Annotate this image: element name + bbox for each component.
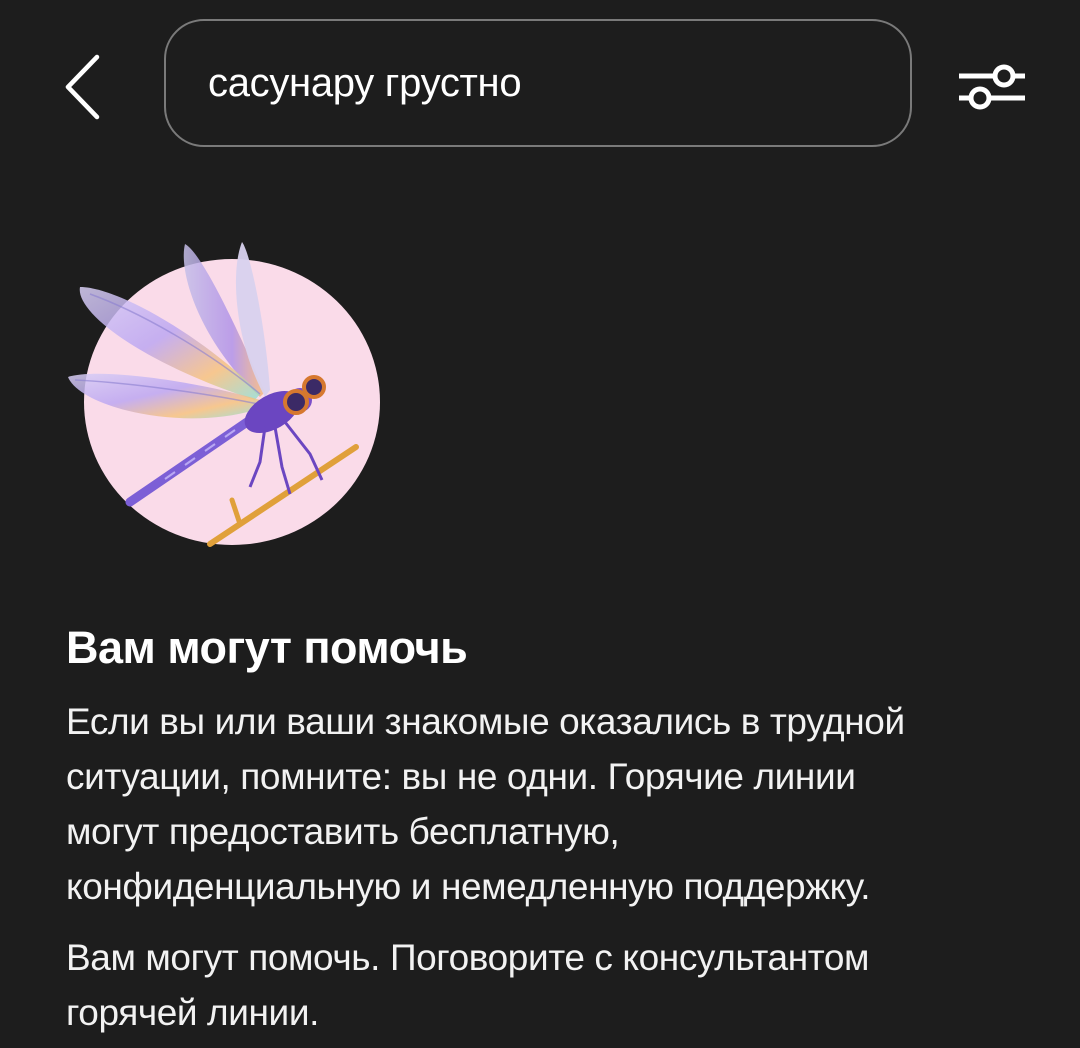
help-description-line: ситуации, помните: вы не одни. Горячие л… <box>66 756 856 797</box>
filter-button[interactable] <box>952 52 1032 124</box>
sliders-icon <box>959 64 1025 110</box>
help-description-line: Если вы или ваши знакомые оказались в тр… <box>66 701 905 742</box>
hotline-suggestion: Вам могут помочь. Поговорите с консульта… <box>66 930 1026 1040</box>
help-description-line: конфиденциальную и немедленную поддержку… <box>66 866 871 907</box>
help-description-line: могут предоставить бесплатную, <box>66 811 620 852</box>
dragonfly-illustration <box>60 232 390 552</box>
search-box[interactable] <box>164 19 912 147</box>
top-bar <box>0 0 1080 170</box>
search-input[interactable] <box>208 60 848 106</box>
hotline-suggestion-line: горячей линии. <box>66 992 319 1033</box>
hotline-suggestion-line: Вам могут помочь. Поговорите с консульта… <box>66 937 870 978</box>
help-description: Если вы или ваши знакомые оказались в тр… <box>66 694 1026 914</box>
help-title: Вам могут помочь <box>66 622 468 673</box>
back-button[interactable] <box>52 48 114 126</box>
chevron-left-icon <box>65 54 100 120</box>
